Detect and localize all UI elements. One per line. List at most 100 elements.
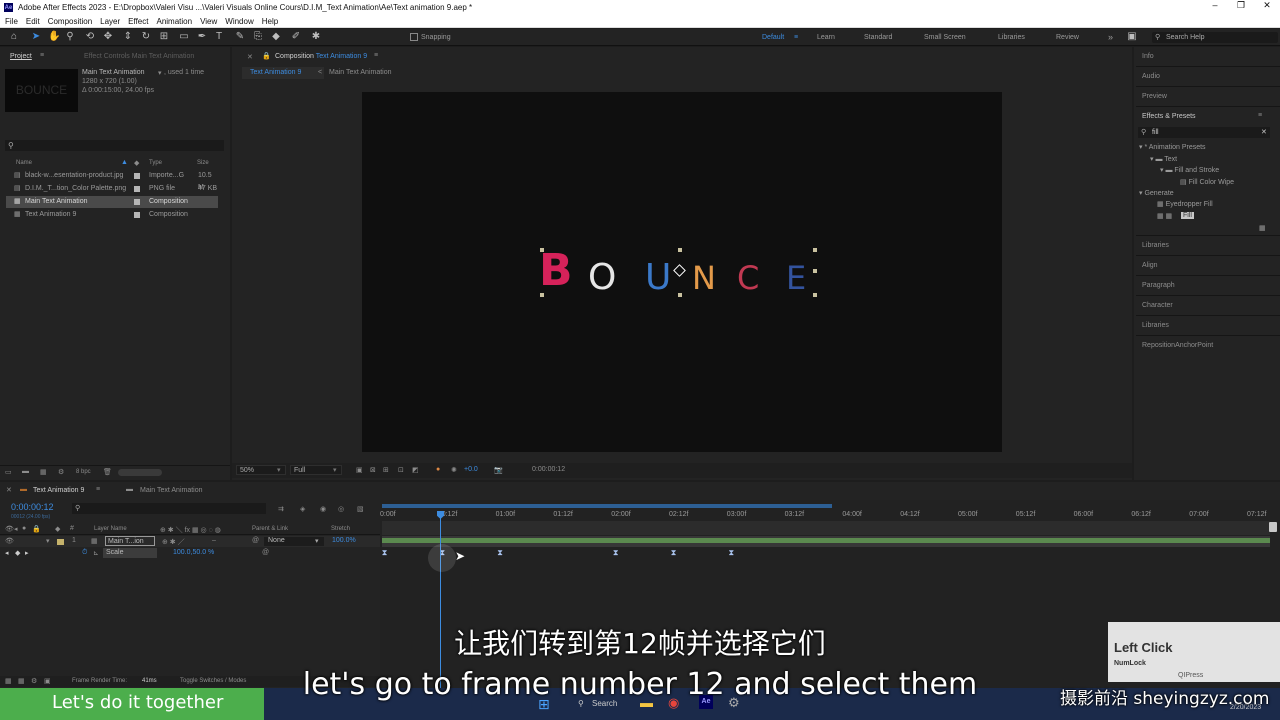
timeline-tab-text-animation-9[interactable]: Text Animation 9 xyxy=(33,487,84,494)
column-name[interactable]: Name xyxy=(16,160,32,166)
column-parent-link[interactable]: Parent & Link xyxy=(252,526,288,532)
new-bin-icon[interactable]: ▦ xyxy=(1259,224,1266,232)
project-item-row[interactable]: ▦ Main Text Animation Composition xyxy=(6,196,218,208)
thumbnail-size-slider[interactable] xyxy=(118,469,162,476)
tab-info[interactable]: Info xyxy=(1142,53,1154,60)
letter-c[interactable]: C xyxy=(737,256,759,300)
dolly-tool-icon[interactable]: ⇕ xyxy=(122,31,134,43)
lock-icon[interactable]: 🔒 xyxy=(262,52,271,60)
tab-reposition-anchor-point[interactable]: RepositionAnchorPoint xyxy=(1142,342,1213,349)
add-keyframe-icon[interactable]: ◆ xyxy=(15,549,20,557)
tree-item-fill-and-stroke[interactable]: ▾ ▬ Fill and Stroke xyxy=(1160,166,1219,174)
layer-handle[interactable] xyxy=(540,248,544,252)
composition-flowchart-icon[interactable]: ⇉ xyxy=(278,505,284,513)
clone-stamp-tool-icon[interactable]: ⎘ xyxy=(252,31,264,43)
timeline-current-time[interactable]: 0:00:00:12 xyxy=(11,502,54,512)
label-color-swatch[interactable] xyxy=(57,539,64,545)
layer-handle[interactable] xyxy=(813,269,817,273)
timeline-search-input[interactable]: ⚲ xyxy=(72,503,266,514)
workspace-default[interactable]: Default xyxy=(762,34,784,41)
timeline-panel-menu-icon[interactable]: ≡ xyxy=(96,486,100,493)
home-icon[interactable]: ⌂ xyxy=(8,31,20,43)
tree-item-text[interactable]: ▾ ▬ Text xyxy=(1150,155,1177,163)
search-help-input[interactable]: ⚲ Search Help xyxy=(1152,32,1278,43)
pickwhip-icon[interactable]: @ xyxy=(252,537,259,544)
region-of-interest-icon[interactable]: ▣ xyxy=(356,466,363,474)
close-button[interactable]: ✕ xyxy=(1254,0,1280,11)
effects-panel-menu-icon[interactable]: ≡ xyxy=(1258,112,1262,119)
selection-tool-icon[interactable]: ➤ xyxy=(30,31,42,43)
letter-e[interactable]: E xyxy=(786,256,806,300)
composition-viewer[interactable]: B O U N C E xyxy=(362,92,1002,452)
project-settings-icon[interactable]: ⚙ xyxy=(58,468,64,476)
panel-layout-icon[interactable]: ▣ xyxy=(1126,31,1138,43)
sort-ascending-icon[interactable]: ▲ xyxy=(121,159,128,166)
video-visibility-icon[interactable]: 👁 xyxy=(5,525,14,533)
tree-item-generate[interactable]: ▾ Generate xyxy=(1139,189,1174,197)
workspace-learn[interactable]: Learn xyxy=(817,34,835,41)
prev-keyframe-icon[interactable]: ◂ xyxy=(5,549,9,557)
color-channels-icon[interactable]: ● xyxy=(436,466,440,473)
eye-icon[interactable]: 👁 xyxy=(5,537,14,545)
menu-window[interactable]: Window xyxy=(225,17,253,26)
effects-search-input[interactable]: ⚲ fill ✕ xyxy=(1138,127,1270,138)
interpret-footage-icon[interactable]: ▭ xyxy=(5,468,12,476)
column-size[interactable]: Size xyxy=(197,160,209,166)
tab-character[interactable]: Character xyxy=(1142,302,1173,309)
new-composition-icon[interactable]: ▦ xyxy=(40,468,47,476)
keyframe-marker[interactable]: ⧗ xyxy=(612,549,619,557)
new-folder-icon[interactable]: ▬ xyxy=(22,468,29,475)
chevron-down-icon[interactable]: ▾ xyxy=(46,537,50,545)
bit-depth-label[interactable]: 8 bpc xyxy=(76,469,91,475)
type-tool-icon[interactable]: T xyxy=(213,31,225,43)
layer-handle[interactable] xyxy=(813,293,817,297)
layer-handle[interactable] xyxy=(540,293,544,297)
workspace-menu-icon[interactable]: ≡ xyxy=(794,34,798,41)
timeline-tab-main-text-animation[interactable]: Main Text Animation xyxy=(140,487,203,494)
tab-paragraph[interactable]: Paragraph xyxy=(1142,282,1175,289)
label-color-swatch[interactable] xyxy=(134,199,140,205)
layer-row[interactable]: 👁 ▾ 1 ▦ Main T...ion ⊕ ✱ ／ – @ None ▾ 10… xyxy=(0,536,380,547)
maximize-button[interactable]: ❐ xyxy=(1228,0,1254,11)
draft-3d-icon[interactable]: ◈ xyxy=(300,505,305,513)
graph-icon[interactable]: ⊾ xyxy=(93,549,99,557)
project-item-row[interactable]: ▤ black-w...esentation-product.jpg Impor… xyxy=(6,170,218,191)
workspace-libraries[interactable]: Libraries xyxy=(998,34,1025,41)
timeline-scrollbar-handle[interactable] xyxy=(1269,522,1277,532)
menu-view[interactable]: View xyxy=(200,17,217,26)
tab-preview[interactable]: Preview xyxy=(1142,93,1167,100)
tab-libraries[interactable]: Libraries xyxy=(1142,242,1169,249)
keyframe-marker[interactable]: ⧗ xyxy=(728,549,735,557)
3d-view-icon[interactable]: ◩ xyxy=(412,466,419,474)
minimize-button[interactable]: – xyxy=(1202,0,1228,11)
tab-libraries-2[interactable]: Libraries xyxy=(1142,322,1169,329)
tree-item-fill-color-wipe[interactable]: ▤ Fill Color Wipe xyxy=(1180,178,1234,186)
anchor-point-icon[interactable] xyxy=(673,264,686,277)
workspace-review[interactable]: Review xyxy=(1056,34,1079,41)
menu-help[interactable]: Help xyxy=(262,17,278,26)
menu-animation[interactable]: Animation xyxy=(156,17,192,26)
label-color-swatch[interactable] xyxy=(134,173,140,179)
tree-item-eyedropper-fill[interactable]: ▦ Eyedropper Fill xyxy=(1157,200,1213,208)
pan-behind-tool-icon[interactable]: ⊞ xyxy=(158,31,170,43)
project-search-input[interactable]: ⚲ xyxy=(5,140,224,151)
project-item-row[interactable]: ▦ Text Animation 9 Composition xyxy=(6,209,218,221)
hand-tool-icon[interactable]: ✋ xyxy=(48,31,60,43)
snapshot-camera-icon[interactable]: 📷 xyxy=(494,466,503,474)
layer-handle[interactable] xyxy=(813,248,817,252)
menu-edit[interactable]: Edit xyxy=(26,17,40,26)
zoom-tool-icon[interactable]: ⚲ xyxy=(64,31,76,43)
layer-handle[interactable] xyxy=(678,293,682,297)
hide-shy-layers-icon[interactable]: ◉ xyxy=(320,505,326,513)
tab-composition[interactable]: Composition Text Animation 9 xyxy=(275,53,367,60)
property-value[interactable]: 100.0,50.0 % xyxy=(173,549,214,556)
transparency-grid-icon[interactable]: ⊠ xyxy=(370,466,376,474)
stopwatch-icon[interactable]: ⏱ xyxy=(82,549,87,557)
eraser-tool-icon[interactable]: ◆ xyxy=(270,31,282,43)
lock-icon[interactable]: 🔒 xyxy=(32,525,41,533)
viewer-timecode[interactable]: 0:00:00:12 xyxy=(532,466,565,473)
label-tag-icon[interactable]: ◆ xyxy=(55,525,60,533)
layer-stretch[interactable]: 100.0% xyxy=(332,537,356,544)
column-layer-name[interactable]: Layer Name xyxy=(94,526,127,532)
motion-blur-icon[interactable]: ◎ xyxy=(338,505,344,513)
